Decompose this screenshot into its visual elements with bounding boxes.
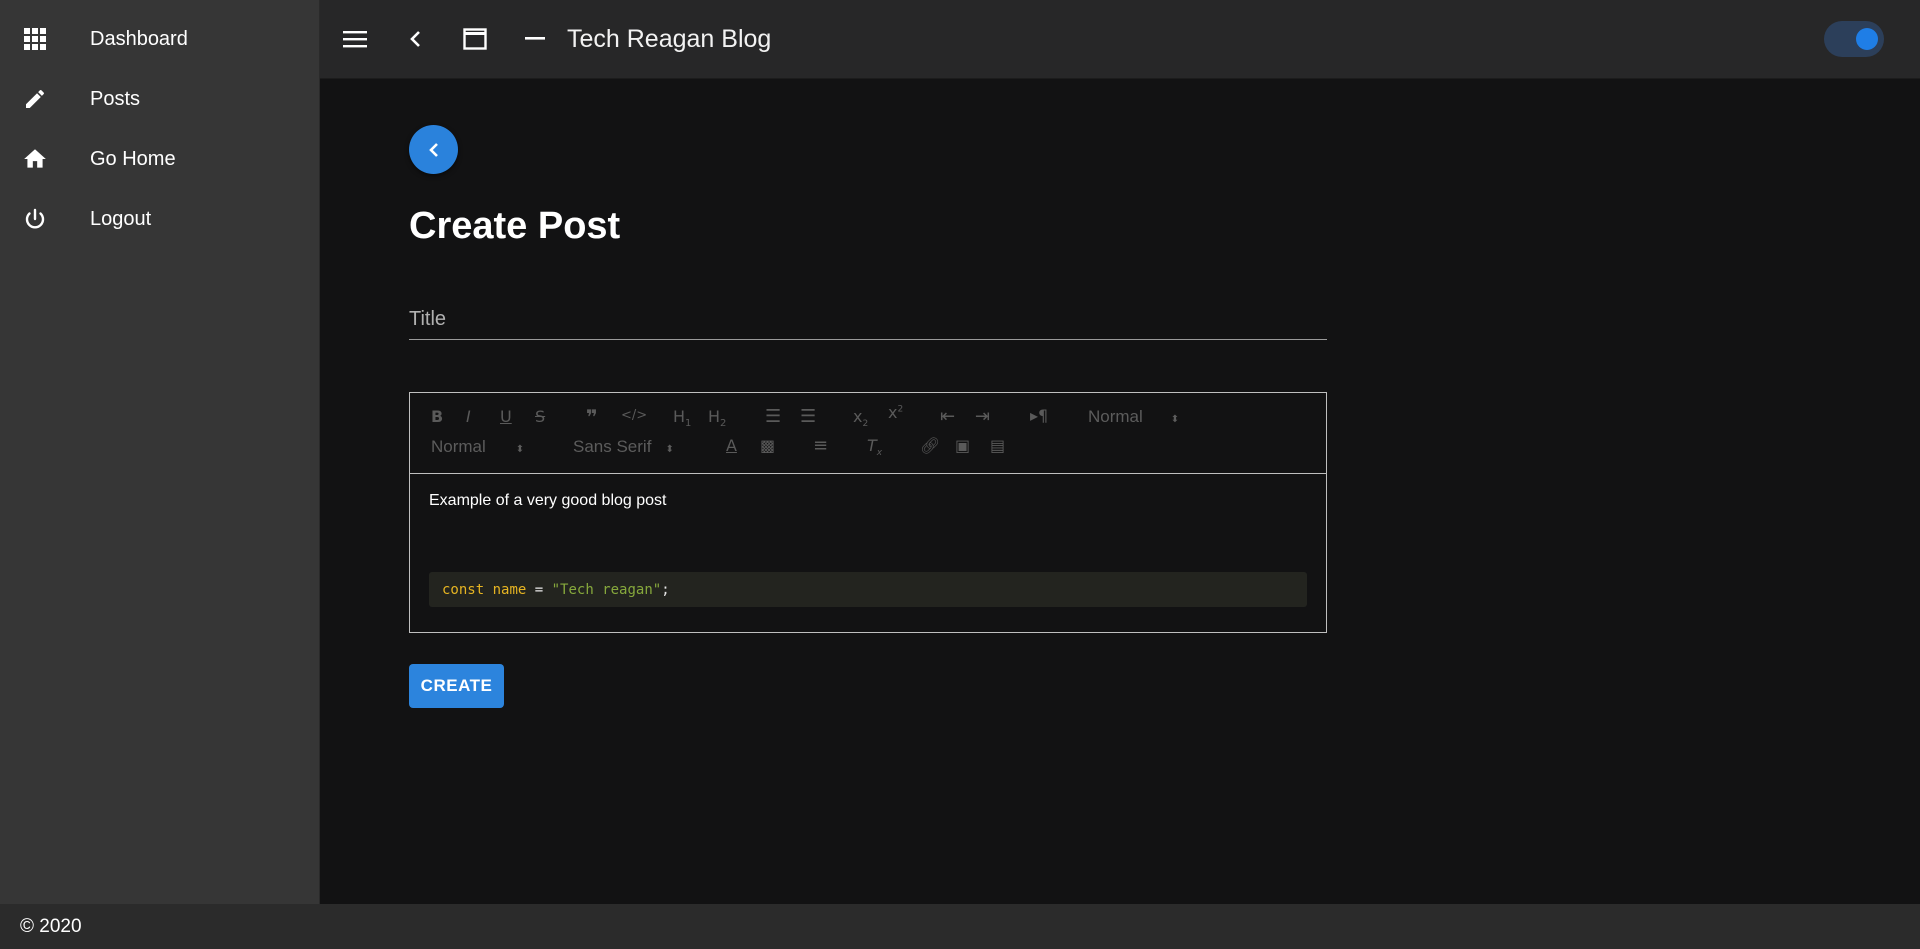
editor-content[interactable]: Example of a very good blog post const n… [410,474,1326,625]
title-field [409,300,1327,340]
code-block: const name = "Tech reagan"; [429,572,1307,607]
superscript-icon[interactable]: x2 [888,403,903,422]
align-icon[interactable]: ≡ [813,435,828,456]
heading-2-icon[interactable]: H2 [708,407,726,429]
rich-text-editor: B I U S ❞ </> H1 H2 ☰ ☰ x2 x2 ⇤ ⇥ ▸¶ Nor… [409,392,1327,633]
top-app-bar: Tech Reagan Blog [320,0,1920,79]
text-color-icon[interactable]: A [726,436,737,455]
sidebar-item-label: Logout [90,207,152,230]
minimize-icon[interactable] [515,19,555,59]
code-operator: = [534,581,544,598]
menu-icon[interactable] [335,19,375,59]
italic-icon[interactable]: I [466,407,471,426]
image-icon[interactable]: ▣ [955,436,970,455]
dark-mode-toggle[interactable] [1824,21,1884,57]
editor-toolbar: B I U S ❞ </> H1 H2 ☰ ☰ x2 x2 ⇤ ⇥ ▸¶ Nor… [410,393,1326,474]
title-input[interactable] [409,300,1327,338]
footer: © 2020 [0,904,1920,949]
ordered-list-icon[interactable]: ☰ [765,406,781,427]
font-select[interactable]: Sans Serif ⬍ [573,437,674,457]
sidebar-item-logout[interactable]: Logout [0,189,319,249]
chevron-left-icon[interactable] [395,19,435,59]
create-button[interactable]: CREATE [409,664,504,708]
size-select[interactable]: Normal ⬍ [431,437,524,457]
home-icon [22,146,48,172]
apps-grid-icon [22,26,48,52]
sidebar-item-label: Dashboard [90,27,188,50]
heading-1-icon[interactable]: H1 [673,407,691,429]
strikethrough-icon[interactable]: S [535,407,545,426]
bullet-list-icon[interactable]: ☰ [800,406,816,427]
code-keyword: const [442,581,485,598]
link-icon[interactable]: 🔗︎ [920,436,940,455]
copyright-text: © 2020 [20,915,82,937]
sidebar-item-dashboard[interactable]: Dashboard [0,9,319,69]
chevron-left-icon [428,142,438,157]
back-button[interactable] [409,125,458,174]
code-terminator: ; [661,581,670,598]
underline-icon[interactable]: U [500,407,512,426]
window-maximize-icon[interactable] [455,19,495,59]
subscript-icon[interactable]: x2 [853,407,868,429]
code-string: "Tech reagan" [551,581,662,598]
video-icon[interactable]: ▤ [990,436,1005,455]
blockquote-icon[interactable]: ❞ [586,405,598,429]
header-select[interactable]: Normal ⬍ [1088,407,1179,427]
sidebar: Dashboard Posts Go Home Logout [0,0,320,904]
pencil-icon [22,86,48,112]
toggle-knob [1856,28,1878,50]
sidebar-item-label: Posts [90,87,141,110]
bold-icon[interactable]: B [431,407,443,426]
sidebar-item-posts[interactable]: Posts [0,69,319,129]
text-direction-icon[interactable]: ▸¶ [1030,406,1048,425]
page-title: Create Post [409,205,621,247]
editor-paragraph: Example of a very good blog post [429,492,667,509]
background-color-icon[interactable]: ▩ [760,436,775,455]
app-title: Tech Reagan Blog [567,24,772,53]
code-icon[interactable]: </> [621,408,647,423]
power-icon [22,206,48,232]
outdent-icon[interactable]: ⇤ [940,406,955,427]
clear-format-icon[interactable]: Tx [867,436,882,458]
code-identifier: name [492,581,527,598]
sidebar-item-go-home[interactable]: Go Home [0,129,319,189]
indent-icon[interactable]: ⇥ [975,406,990,427]
sidebar-item-label: Go Home [90,147,176,170]
